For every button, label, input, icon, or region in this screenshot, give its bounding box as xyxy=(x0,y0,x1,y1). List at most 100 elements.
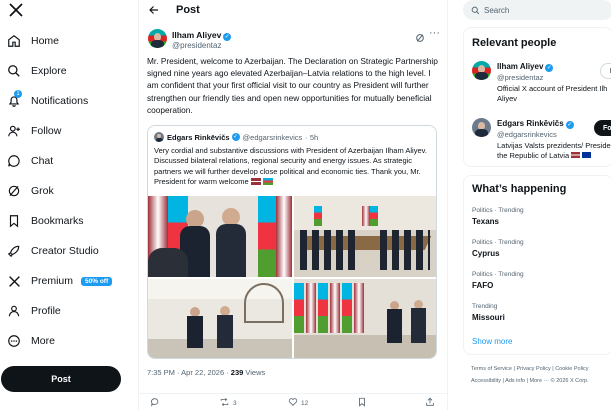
tweet-author-handle[interactable]: @presidentaz xyxy=(172,41,221,50)
verified-badge-icon: ✓ xyxy=(545,64,554,72)
relevant-avatar-rinkevics[interactable] xyxy=(472,118,491,137)
follow-button-aliyev[interactable]: Follow xyxy=(600,63,611,79)
nav-item-chat[interactable]: Chat xyxy=(0,148,136,174)
repost-button[interactable]: 3 xyxy=(219,397,237,409)
x-logo-icon[interactable] xyxy=(8,2,26,20)
reply-button[interactable] xyxy=(150,397,163,409)
relevant-bio-rinkevics-line1: Latvijas Valsts prezidents/ Preside xyxy=(497,141,611,150)
relevant-handle-rinkevics[interactable]: @edgarsrinkevics xyxy=(497,130,557,139)
quoted-author-avatar xyxy=(154,132,164,142)
quoted-verified-badge-icon: ✓ xyxy=(231,133,240,141)
nav-item-premium[interactable]: Premium 50% off xyxy=(0,268,136,294)
more-options-icon[interactable]: ··· xyxy=(429,27,440,39)
trend-item-texans[interactable]: Texans xyxy=(472,217,499,226)
search-box[interactable]: Search xyxy=(463,0,611,20)
post-header: Post xyxy=(139,0,448,20)
right-sidebar: Search Relevant people Ilham Aliyev ✓ @pr… xyxy=(448,0,611,410)
left-nav: Home Explore 1 Notifications Follow Chat… xyxy=(0,0,139,410)
tweet-author-avatar[interactable] xyxy=(148,29,167,48)
footer-cookie-link[interactable]: Cookie Policy xyxy=(555,366,588,372)
footer-separator: | xyxy=(526,378,528,384)
relevant-bio-aliyev-line2: Aliyev xyxy=(497,94,518,103)
bookmark-icon xyxy=(7,214,21,228)
nav-label-home: Home xyxy=(31,35,60,47)
trend-item-fafo[interactable]: FAFO xyxy=(472,281,493,290)
relevant-handle-aliyev[interactable]: @presidentaz xyxy=(497,73,543,82)
quoted-author-name: Edgars Rinkēvičs xyxy=(167,132,230,142)
footer-links-row2: Accessibility | Ads info | More ··· © 20… xyxy=(471,378,589,384)
relevant-name-rinkevics[interactable]: Edgars Rinkēvičs ✓ xyxy=(497,119,574,129)
nav-item-follow[interactable]: Follow xyxy=(0,118,136,144)
nav-item-bookmarks[interactable]: Bookmarks xyxy=(0,208,136,234)
relevant-people-title: Relevant people xyxy=(472,37,557,49)
heart-icon xyxy=(288,397,298,409)
reply-icon xyxy=(150,397,160,409)
footer-terms-link[interactable]: Terms of Service xyxy=(471,366,512,372)
footer-accessibility-link[interactable]: Accessibility xyxy=(471,378,501,384)
nav-label-more: More xyxy=(31,335,55,347)
more-circle-icon xyxy=(7,334,21,348)
quoted-tweet[interactable]: Edgars Rinkēvičs ✓ @edgarsrinkevics · 5h… xyxy=(147,125,437,359)
photo-walking-hall[interactable] xyxy=(148,279,292,358)
grok-icon xyxy=(7,184,21,198)
tweet-author-name[interactable]: Ilham Aliyev ✓ xyxy=(172,30,232,41)
tweet-views-label: Views xyxy=(243,368,266,377)
quoted-tweet-header: Edgars Rinkēvičs ✓ @edgarsrinkevics · 5h xyxy=(154,132,318,142)
search-input[interactable]: Search xyxy=(484,6,509,15)
follow-button-rinkevics[interactable]: Follow xyxy=(594,120,611,136)
relevant-bio-rinkevics-line2: the Republic of Latvia xyxy=(497,151,592,161)
footer-copyright: © 2026 X Corp. xyxy=(550,378,589,384)
footer-privacy-link[interactable]: Privacy Policy xyxy=(516,366,550,372)
trend-item-missouri[interactable]: Missouri xyxy=(472,313,505,322)
grok-explain-icon[interactable] xyxy=(415,30,425,48)
like-button[interactable]: 12 xyxy=(288,397,308,409)
nav-label-chat: Chat xyxy=(31,155,54,167)
verified-badge-icon: ✓ xyxy=(223,33,232,41)
bookmark-action-icon xyxy=(357,397,367,409)
repost-count: 3 xyxy=(233,399,237,407)
quoted-tweet-text: Very cordial and substantive discussions… xyxy=(154,146,430,187)
photo-flags-ceremony[interactable] xyxy=(294,279,436,358)
tweet-text: Mr. President, welcome to Azerbaijan. Th… xyxy=(147,56,438,115)
relevant-name-aliyev-text: Ilham Aliyev xyxy=(497,62,544,71)
nav-item-home[interactable]: Home xyxy=(0,28,136,54)
nav-item-explore[interactable]: Explore xyxy=(0,58,136,84)
nav-item-grok[interactable]: Grok xyxy=(0,178,136,204)
whats-happening-card: What’s happening Politics · Trending Tex… xyxy=(463,175,611,355)
tweet-actions: 3 12 xyxy=(139,393,448,409)
nav-label-notifications: Notifications xyxy=(31,95,89,107)
show-more-link[interactable]: Show more xyxy=(472,337,512,346)
flag-eu-icon xyxy=(582,152,592,158)
main-column: Post Ilham Aliyev ✓ @presidentaz ··· Mr. … xyxy=(139,0,448,410)
nav-item-profile[interactable]: Profile xyxy=(0,298,136,324)
trend-item-cyprus[interactable]: Cyprus xyxy=(472,249,500,258)
relevant-name-aliyev[interactable]: Ilham Aliyev ✓ xyxy=(497,62,554,72)
flag-azerbaijan-icon xyxy=(262,177,273,185)
whats-happening-title: What’s happening xyxy=(472,183,567,195)
relevant-bio-aliyev-line1: Official X account of President Ilh xyxy=(497,84,608,93)
photo-meeting-table[interactable] xyxy=(294,196,436,277)
nav-item-more[interactable]: More xyxy=(0,328,136,354)
nav-item-notifications[interactable]: 1 Notifications xyxy=(0,88,136,114)
footer-more-link[interactable]: More ··· xyxy=(530,378,550,384)
quoted-tweet-text-body: Very cordial and substantive discussions… xyxy=(154,146,427,186)
tweet-timestamp[interactable]: 7:35 PM · Apr 22, 2026 · xyxy=(147,368,231,377)
relevant-people-card: Relevant people Ilham Aliyev ✓ @president… xyxy=(463,27,611,167)
relevant-bio-rinkevics-line2-text: the Republic of Latvia xyxy=(497,151,570,160)
relevant-name-rinkevics-text: Edgars Rinkēvičs xyxy=(497,119,564,128)
premium-discount-badge: 50% off xyxy=(81,276,113,286)
post-button[interactable]: Post xyxy=(1,366,121,392)
share-button[interactable] xyxy=(425,397,435,409)
notification-count-badge: 1 xyxy=(14,90,22,98)
relevant-avatar-aliyev[interactable] xyxy=(472,61,491,80)
trend-category: Politics · Trending xyxy=(472,271,524,278)
back-arrow-icon[interactable] xyxy=(147,3,161,17)
footer-ads-link[interactable]: Ads info xyxy=(505,378,525,384)
nav-item-creator-studio[interactable]: Creator Studio xyxy=(0,238,136,264)
nav-label-premium: Premium xyxy=(31,275,74,287)
photo-handshake[interactable] xyxy=(148,196,292,277)
person-add-icon xyxy=(7,124,21,138)
nav-label-grok: Grok xyxy=(31,185,54,197)
bookmark-button[interactable] xyxy=(357,397,367,409)
nav-label-creator-studio: Creator Studio xyxy=(31,245,99,257)
